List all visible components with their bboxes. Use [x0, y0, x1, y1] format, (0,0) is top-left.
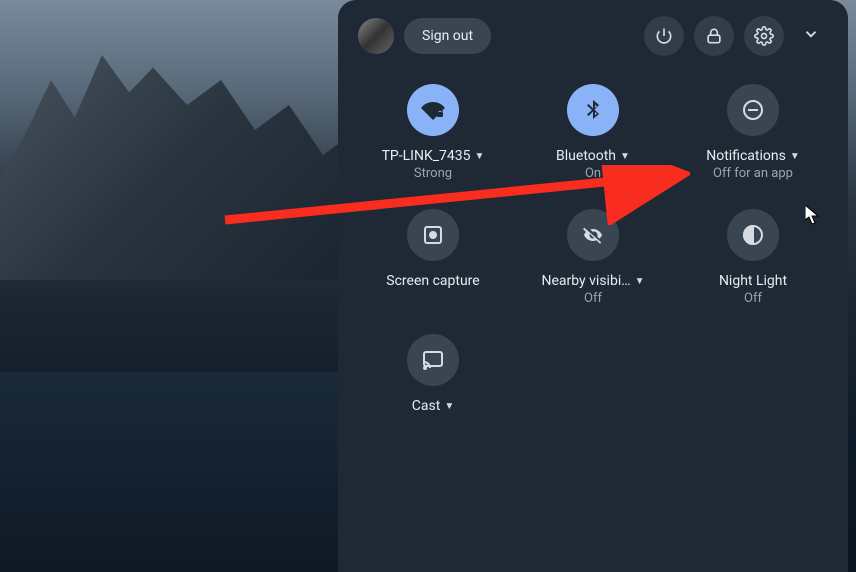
tiles-grid: TP-LINK_7435▼ Strong Bluetooth▼ On Notif…: [358, 84, 828, 414]
bluetooth-label: Bluetooth▼: [556, 148, 630, 164]
visibility-off-icon: [581, 223, 605, 247]
gear-icon: [754, 26, 774, 46]
screen-capture-toggle[interactable]: [407, 209, 459, 261]
caret-icon: ▼: [620, 151, 630, 162]
cast-tile[interactable]: Cast▼: [358, 334, 508, 414]
sign-out-button[interactable]: Sign out: [404, 18, 491, 54]
notifications-tile[interactable]: Notifications▼ Off for an app: [678, 84, 828, 181]
power-button[interactable]: [644, 16, 684, 56]
cast-icon: [421, 348, 445, 372]
wifi-tile[interactable]: TP-LINK_7435▼ Strong: [358, 84, 508, 181]
caret-icon: ▼: [635, 276, 645, 287]
bluetooth-icon: [581, 98, 605, 122]
screen-capture-icon: [421, 223, 445, 247]
nearby-toggle[interactable]: [567, 209, 619, 261]
settings-button[interactable]: [744, 16, 784, 56]
bluetooth-sub: On: [585, 166, 601, 181]
wallpaper-mountain: [0, 30, 340, 280]
night-light-tile[interactable]: Night Light Off: [678, 209, 828, 306]
caret-icon: ▼: [790, 151, 800, 162]
night-light-toggle[interactable]: [727, 209, 779, 261]
wifi-icon: [421, 98, 445, 122]
panel-header: Sign out: [358, 16, 828, 56]
power-icon: [654, 26, 674, 46]
nearby-sub: Off: [584, 291, 602, 306]
caret-icon: ▼: [444, 401, 454, 412]
nearby-tile[interactable]: Nearby visibi…▼ Off: [518, 209, 668, 306]
cast-toggle[interactable]: [407, 334, 459, 386]
screen-capture-label: Screen capture: [386, 273, 479, 289]
notifications-label: Notifications▼: [706, 148, 800, 164]
night-light-label: Night Light: [719, 273, 787, 289]
wifi-label: TP-LINK_7435▼: [382, 148, 485, 164]
nearby-label: Nearby visibi…▼: [541, 273, 644, 289]
notifications-sub: Off for an app: [713, 166, 793, 181]
wifi-sub: Strong: [414, 166, 452, 181]
do-not-disturb-icon: [741, 98, 765, 122]
wifi-toggle[interactable]: [407, 84, 459, 136]
wallpaper-water: [0, 372, 340, 572]
chevron-down-icon: [802, 25, 820, 43]
lock-icon: [704, 26, 724, 46]
bluetooth-toggle[interactable]: [567, 84, 619, 136]
lock-button[interactable]: [694, 16, 734, 56]
bluetooth-tile[interactable]: Bluetooth▼ On: [518, 84, 668, 181]
quick-settings-panel: Sign out TP-LINK_7435▼ Strong Bluetooth: [338, 0, 848, 572]
night-light-sub: Off: [744, 291, 762, 306]
avatar[interactable]: [358, 18, 394, 54]
notifications-toggle[interactable]: [727, 84, 779, 136]
screen-capture-tile[interactable]: Screen capture: [358, 209, 508, 306]
collapse-button[interactable]: [794, 17, 828, 55]
caret-icon: ▼: [475, 151, 485, 162]
cast-label: Cast▼: [412, 398, 454, 414]
night-light-icon: [741, 223, 765, 247]
